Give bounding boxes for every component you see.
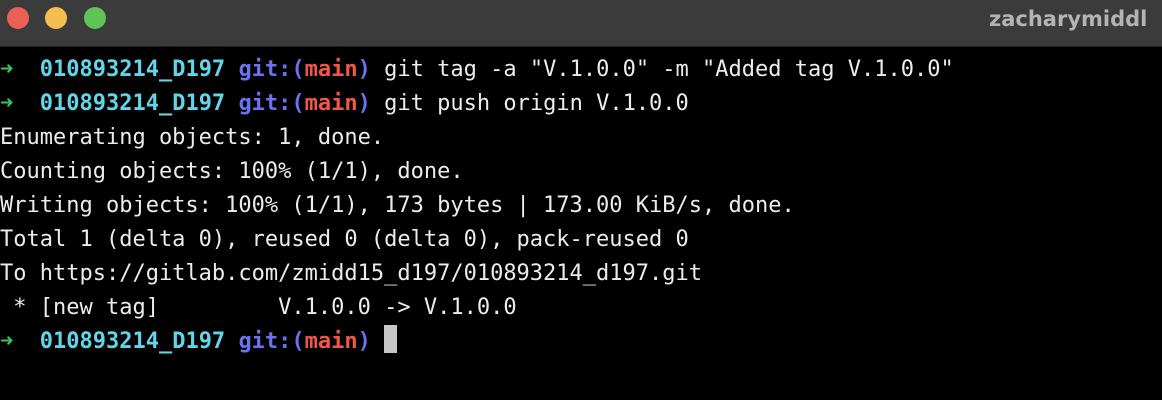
window-title: zacharymiddl: [989, 7, 1148, 31]
command-text: git tag -a "V.1.0.0" -m "Added tag V.1.0…: [384, 57, 954, 82]
git-suffix: ): [357, 57, 371, 82]
git-prefix: git:(: [238, 91, 305, 116]
git-branch: main: [304, 57, 358, 82]
prompt-arrow-icon: ➜: [0, 57, 14, 82]
output-line: To https://gitlab.com/zmidd15_d197/01089…: [0, 261, 702, 286]
git-branch: main: [304, 91, 358, 116]
output-line: Writing objects: 100% (1/1), 173 bytes |…: [0, 193, 795, 218]
output-line: Enumerating objects: 1, done.: [0, 125, 385, 150]
git-prefix: git:(: [238, 329, 305, 354]
git-branch: main: [304, 329, 358, 354]
git-suffix: ): [357, 329, 371, 354]
command-text: git push origin V.1.0.0: [384, 91, 689, 116]
maximize-window-button[interactable]: [84, 7, 106, 29]
close-window-button[interactable]: [7, 7, 29, 29]
prompt-arrow-icon: ➜: [0, 329, 14, 354]
output-line: Counting objects: 100% (1/1), done.: [0, 159, 464, 184]
terminal-window: zacharymiddl ➜ 010893214_D197 git:(main)…: [0, 0, 1162, 400]
output-line: Total 1 (delta 0), reused 0 (delta 0), p…: [0, 227, 689, 252]
prompt-arrow-icon: ➜: [0, 91, 14, 116]
output-line: * [new tag] V.1.0.0 -> V.1.0.0: [0, 295, 517, 320]
git-suffix: ): [357, 91, 371, 116]
minimize-window-button[interactable]: [45, 7, 67, 29]
prompt-line: ➜ 010893214_D197 git:(main) git push ori…: [0, 87, 1162, 121]
prompt-line: ➜ 010893214_D197 git:(main): [0, 325, 1162, 359]
prompt-directory: 010893214_D197: [39, 329, 226, 354]
title-bar: zacharymiddl: [0, 0, 1162, 47]
terminal-output-area[interactable]: ➜ 010893214_D197 git:(main) git tag -a "…: [0, 53, 1162, 359]
git-prefix: git:(: [238, 57, 305, 82]
text-cursor[interactable]: [384, 325, 398, 353]
prompt-directory: 010893214_D197: [39, 57, 226, 82]
prompt-directory: 010893214_D197: [39, 91, 226, 116]
prompt-line: ➜ 010893214_D197 git:(main) git tag -a "…: [0, 53, 1162, 87]
